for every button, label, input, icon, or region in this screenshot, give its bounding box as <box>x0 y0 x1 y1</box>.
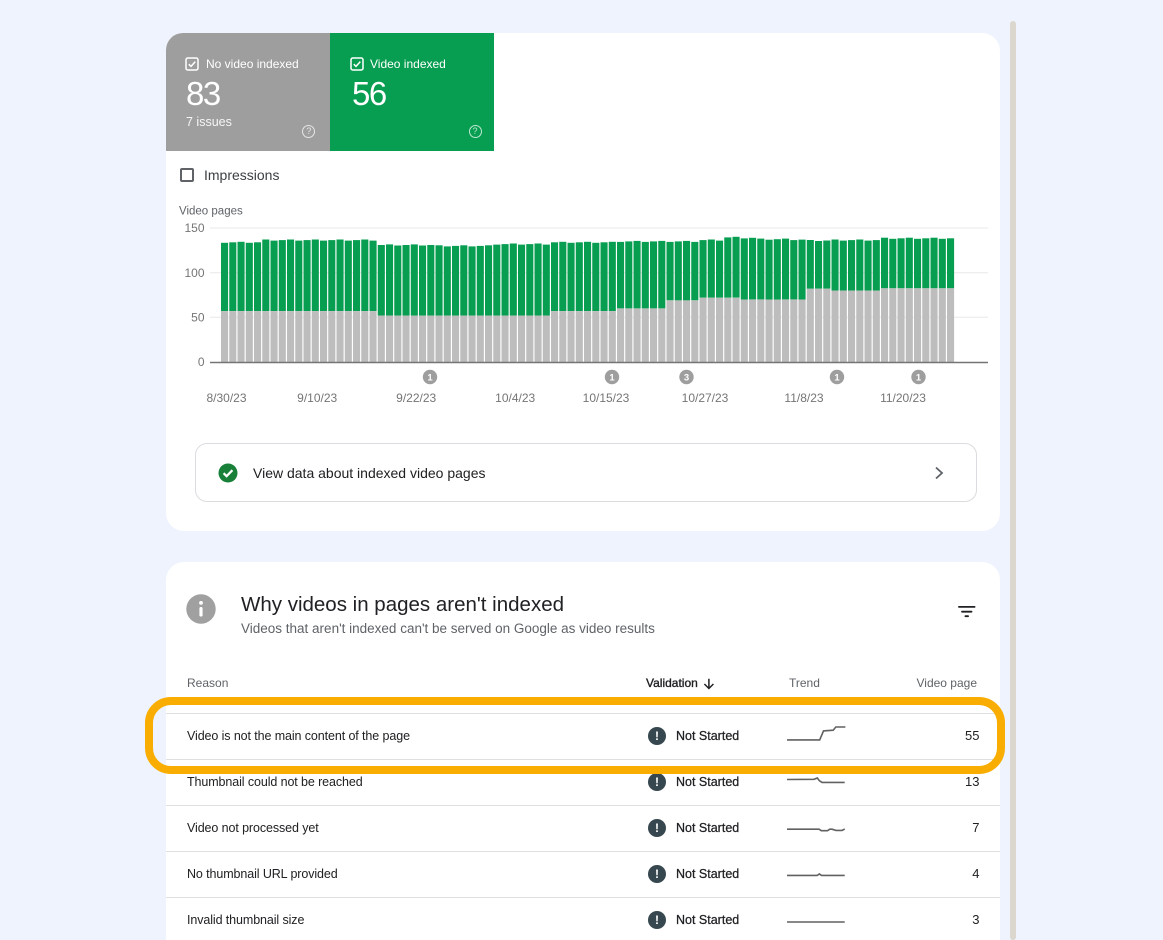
svg-text:10/4/23: 10/4/23 <box>495 391 535 405</box>
svg-text:8/30/23: 8/30/23 <box>206 391 246 405</box>
svg-text:10/15/23: 10/15/23 <box>583 391 630 405</box>
svg-text:1: 1 <box>916 372 922 383</box>
svg-text:1: 1 <box>427 372 433 383</box>
svg-text:1: 1 <box>834 372 840 383</box>
svg-text:Video pages: Video pages <box>179 206 243 218</box>
svg-text:11/8/23: 11/8/23 <box>784 391 823 405</box>
svg-text:11/20/23: 11/20/23 <box>880 391 926 405</box>
svg-text:1: 1 <box>609 372 615 383</box>
svg-text:0: 0 <box>198 355 205 369</box>
svg-text:150: 150 <box>184 221 204 235</box>
svg-text:50: 50 <box>191 311 205 325</box>
svg-text:100: 100 <box>184 266 204 280</box>
svg-text:9/22/23: 9/22/23 <box>396 391 436 405</box>
svg-text:9/10/23: 9/10/23 <box>297 391 337 405</box>
svg-text:3: 3 <box>684 372 689 383</box>
svg-text:10/27/23: 10/27/23 <box>682 391 729 405</box>
